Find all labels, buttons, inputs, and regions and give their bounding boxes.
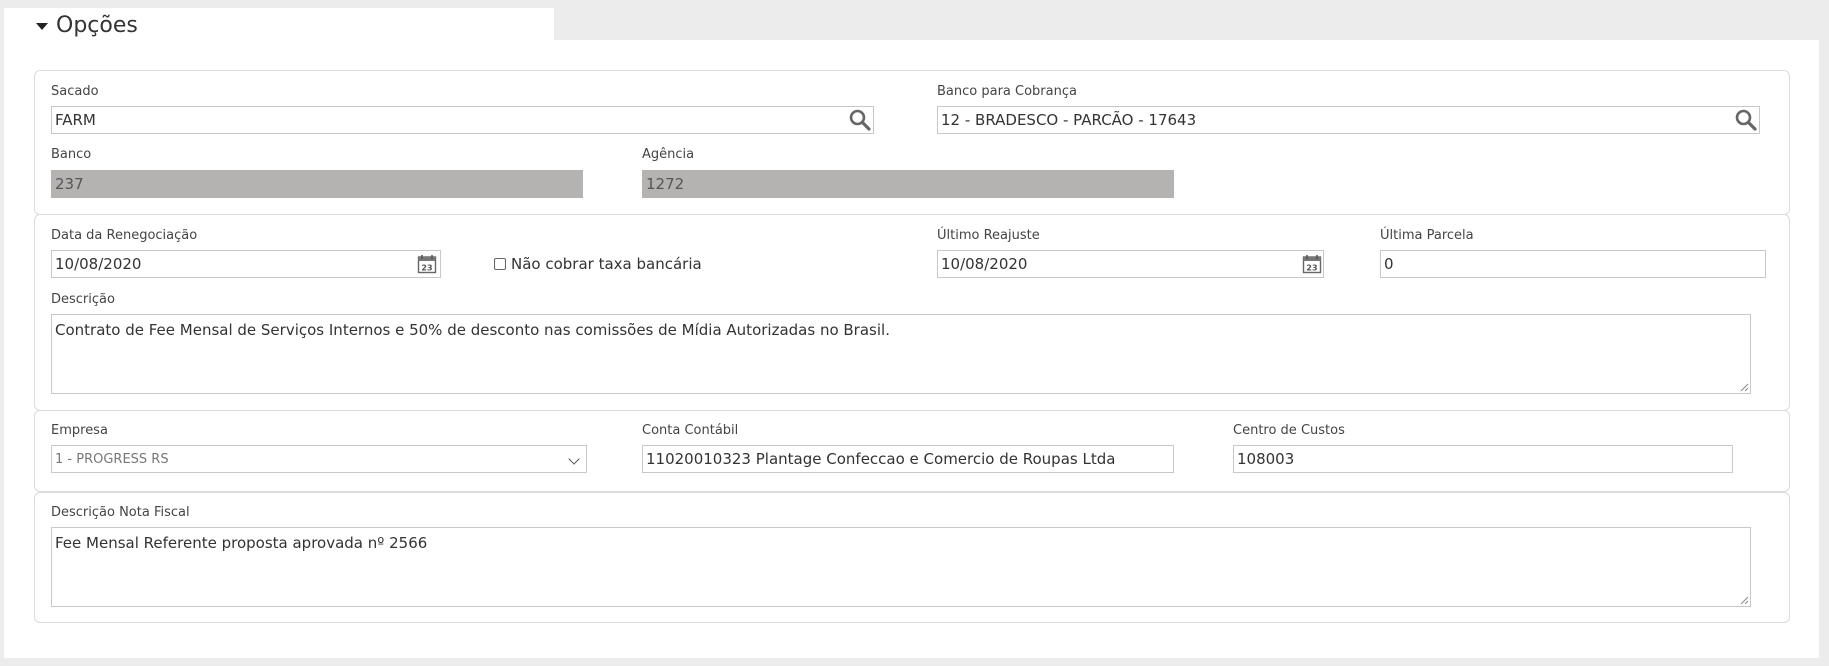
- empresa-value: 1 - PROGRESS RS: [55, 451, 169, 467]
- banco-value: 237: [55, 175, 84, 193]
- sacado-label: Sacado: [51, 84, 99, 99]
- caret-down-icon: [36, 22, 48, 30]
- resize-handle-icon[interactable]: [1740, 383, 1749, 392]
- centro-custos-input[interactable]: 108003: [1233, 445, 1733, 473]
- sacado-value: FARM: [55, 111, 96, 129]
- descricao-nota-fiscal-value: Fee Mensal Referente proposta aprovada n…: [55, 534, 428, 552]
- data-renegociacao-label: Data da Renegociação: [51, 228, 198, 243]
- ultimo-reajuste-input[interactable]: 10/08/2020: [937, 250, 1324, 278]
- conta-contabil-value: 11020010323 Plantage Confeccao e Comerci…: [646, 450, 1116, 468]
- sacado-search-button[interactable]: [846, 107, 874, 133]
- descricao-value: Contrato de Fee Mensal de Serviços Inter…: [55, 321, 890, 339]
- ultimo-reajuste-label: Último Reajuste: [937, 228, 1040, 243]
- empresa-select[interactable]: 1 - PROGRESS RS: [51, 445, 587, 473]
- svg-text:23: 23: [1306, 264, 1317, 273]
- descricao-textarea[interactable]: Contrato de Fee Mensal de Serviços Inter…: [51, 314, 1751, 394]
- banco-input: 237: [51, 170, 583, 198]
- banco-cobranca-label: Banco para Cobrança: [937, 84, 1077, 99]
- svg-text:23: 23: [421, 264, 432, 273]
- nao-cobrar-checkbox[interactable]: [494, 258, 506, 270]
- banco-cobranca-search-button[interactable]: [1732, 107, 1760, 133]
- descricao-nota-fiscal-label: Descrição Nota Fiscal: [51, 505, 190, 520]
- agencia-input: 1272: [642, 170, 1174, 198]
- search-icon: [1735, 109, 1757, 131]
- descricao-nota-fiscal-textarea[interactable]: Fee Mensal Referente proposta aprovada n…: [51, 527, 1751, 607]
- calendar-icon: 23: [417, 255, 437, 274]
- conta-contabil-label: Conta Contábil: [642, 423, 739, 438]
- page: Opções Sacado FARM Banco para Cobrança 1…: [0, 0, 1829, 666]
- banco-cobranca-input[interactable]: 12 - BRADESCO - PARCÃO - 17643: [937, 106, 1760, 134]
- ultima-parcela-value: 0: [1384, 255, 1394, 273]
- banco-label: Banco: [51, 147, 92, 162]
- chevron-down-icon: [568, 453, 580, 465]
- resize-handle-icon[interactable]: [1740, 596, 1749, 605]
- agencia-label: Agência: [642, 147, 695, 162]
- ultima-parcela-input[interactable]: 0: [1380, 250, 1766, 278]
- centro-custos-label: Centro de Custos: [1233, 423, 1345, 438]
- ultimo-reajuste-value: 10/08/2020: [941, 255, 1028, 273]
- sacado-input[interactable]: FARM: [51, 106, 874, 134]
- ultima-parcela-label: Última Parcela: [1380, 228, 1474, 243]
- empresa-label: Empresa: [51, 423, 108, 438]
- section-toggle[interactable]: Opções: [36, 12, 138, 38]
- calendar-icon: 23: [1302, 255, 1322, 274]
- ultimo-reajuste-calendar-button[interactable]: 23: [1301, 253, 1323, 275]
- banco-cobranca-value: 12 - BRADESCO - PARCÃO - 17643: [941, 111, 1197, 129]
- data-renegociacao-input[interactable]: 10/08/2020: [51, 250, 441, 278]
- section-title: Opções: [56, 12, 138, 38]
- search-icon: [849, 109, 871, 131]
- data-renegociacao-calendar-button[interactable]: 23: [416, 253, 438, 275]
- nao-cobrar-label[interactable]: Não cobrar taxa bancária: [511, 255, 702, 273]
- data-renegociacao-value: 10/08/2020: [55, 255, 142, 273]
- agencia-value: 1272: [646, 175, 685, 193]
- centro-custos-value: 108003: [1237, 450, 1295, 468]
- conta-contabil-input[interactable]: 11020010323 Plantage Confeccao e Comerci…: [642, 445, 1174, 473]
- descricao-label: Descrição: [51, 292, 115, 307]
